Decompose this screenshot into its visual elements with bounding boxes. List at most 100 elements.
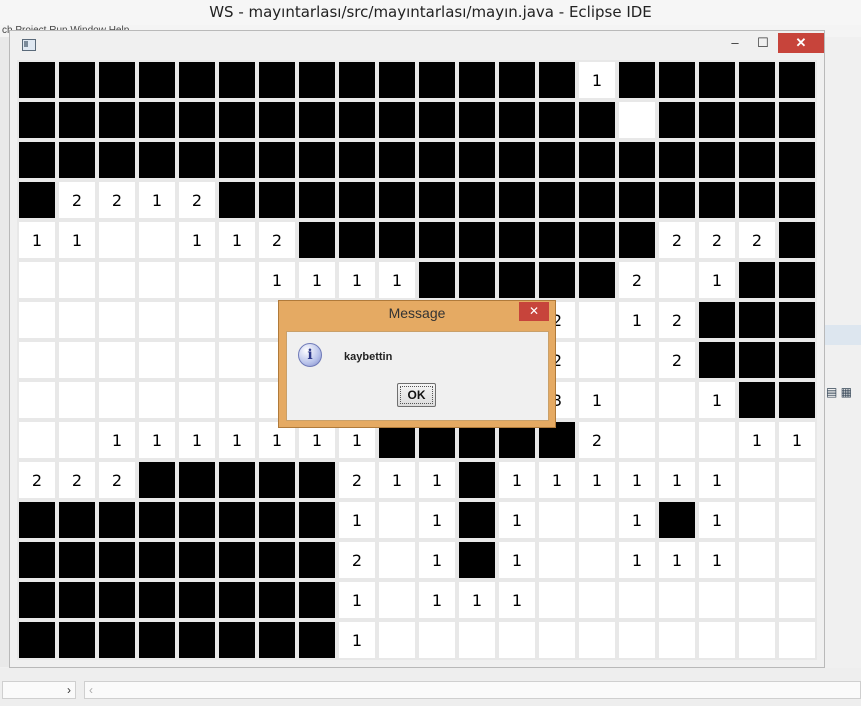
board-cell[interactable] (737, 180, 777, 220)
board-cell[interactable]: 1 (57, 220, 97, 260)
board-cell[interactable] (257, 460, 297, 500)
board-cell[interactable]: 1 (697, 260, 737, 300)
board-cell[interactable]: 1 (337, 580, 377, 620)
board-cell[interactable]: 1 (17, 220, 57, 260)
board-cell[interactable] (417, 180, 457, 220)
board-cell[interactable] (497, 620, 537, 660)
board-cell[interactable] (217, 260, 257, 300)
board-cell[interactable]: 1 (377, 260, 417, 300)
board-cell[interactable] (97, 300, 137, 340)
board-cell[interactable] (497, 220, 537, 260)
board-cell[interactable] (17, 300, 57, 340)
board-cell[interactable]: 1 (497, 580, 537, 620)
board-cell[interactable]: 1 (617, 460, 657, 500)
board-cell[interactable]: 2 (177, 180, 217, 220)
board-cell[interactable]: 1 (217, 420, 257, 460)
board-cell[interactable] (137, 580, 177, 620)
board-cell[interactable] (537, 540, 577, 580)
board-cell[interactable] (57, 340, 97, 380)
board-cell[interactable] (777, 220, 817, 260)
board-cell[interactable]: 1 (577, 60, 617, 100)
board-cell[interactable] (657, 100, 697, 140)
board-cell[interactable]: 1 (417, 540, 457, 580)
board-cell[interactable]: 2 (657, 300, 697, 340)
board-cell[interactable] (297, 220, 337, 260)
board-cell[interactable] (617, 420, 657, 460)
board-cell[interactable] (537, 180, 577, 220)
board-cell[interactable]: 2 (577, 420, 617, 460)
board-cell[interactable] (417, 260, 457, 300)
dialog-close-button[interactable]: ✕ (519, 302, 549, 321)
board-cell[interactable] (217, 500, 257, 540)
board-cell[interactable] (497, 260, 537, 300)
board-cell[interactable] (377, 580, 417, 620)
board-cell[interactable] (17, 60, 57, 100)
board-cell[interactable]: 2 (97, 180, 137, 220)
board-cell[interactable] (177, 460, 217, 500)
board-cell[interactable] (777, 460, 817, 500)
board-cell[interactable] (777, 60, 817, 100)
board-cell[interactable] (377, 500, 417, 540)
board-cell[interactable] (337, 60, 377, 100)
board-cell[interactable] (737, 540, 777, 580)
eclipse-right-toolbar[interactable]: ▤ ▦ (826, 385, 861, 405)
board-cell[interactable]: 2 (337, 460, 377, 500)
board-cell[interactable] (137, 300, 177, 340)
board-cell[interactable] (177, 300, 217, 340)
board-cell[interactable] (297, 460, 337, 500)
board-cell[interactable] (137, 500, 177, 540)
board-cell[interactable] (137, 340, 177, 380)
board-cell[interactable] (657, 60, 697, 100)
board-cell[interactable] (617, 140, 657, 180)
board-cell[interactable]: 1 (297, 260, 337, 300)
board-cell[interactable] (57, 60, 97, 100)
board-cell[interactable] (777, 500, 817, 540)
board-cell[interactable] (697, 580, 737, 620)
board-cell[interactable] (377, 540, 417, 580)
board-cell[interactable] (497, 60, 537, 100)
board-cell[interactable] (457, 60, 497, 100)
board-cell[interactable] (297, 100, 337, 140)
board-cell[interactable] (257, 540, 297, 580)
close-button[interactable]: ✕ (778, 33, 824, 53)
board-cell[interactable] (737, 620, 777, 660)
board-cell[interactable] (17, 100, 57, 140)
board-cell[interactable] (697, 300, 737, 340)
board-cell[interactable] (577, 220, 617, 260)
board-cell[interactable] (457, 500, 497, 540)
board-cell[interactable] (777, 620, 817, 660)
board-cell[interactable]: 1 (337, 620, 377, 660)
board-cell[interactable] (537, 140, 577, 180)
board-cell[interactable] (777, 180, 817, 220)
board-cell[interactable] (497, 100, 537, 140)
board-cell[interactable]: 2 (657, 340, 697, 380)
board-cell[interactable] (657, 260, 697, 300)
board-cell[interactable]: 1 (257, 260, 297, 300)
board-cell[interactable] (217, 620, 257, 660)
board-cell[interactable] (57, 260, 97, 300)
board-cell[interactable] (697, 420, 737, 460)
board-cell[interactable] (577, 300, 617, 340)
board-cell[interactable] (617, 60, 657, 100)
board-cell[interactable] (17, 420, 57, 460)
board-cell[interactable]: 1 (617, 300, 657, 340)
board-cell[interactable]: 2 (257, 220, 297, 260)
board-cell[interactable]: 1 (537, 460, 577, 500)
board-cell[interactable] (177, 100, 217, 140)
board-cell[interactable] (737, 140, 777, 180)
board-cell[interactable] (97, 380, 137, 420)
board-cell[interactable] (257, 60, 297, 100)
board-cell[interactable] (97, 500, 137, 540)
board-cell[interactable] (737, 460, 777, 500)
frame-titlebar[interactable]: ‒ ☐ ✕ (10, 31, 824, 59)
board-cell[interactable]: 1 (697, 460, 737, 500)
board-cell[interactable] (617, 180, 657, 220)
board-cell[interactable] (537, 620, 577, 660)
board-cell[interactable] (137, 220, 177, 260)
board-cell[interactable] (217, 300, 257, 340)
board-cell[interactable] (57, 100, 97, 140)
board-cell[interactable] (137, 460, 177, 500)
board-cell[interactable] (177, 500, 217, 540)
board-cell[interactable]: 1 (777, 420, 817, 460)
board-cell[interactable] (177, 140, 217, 180)
